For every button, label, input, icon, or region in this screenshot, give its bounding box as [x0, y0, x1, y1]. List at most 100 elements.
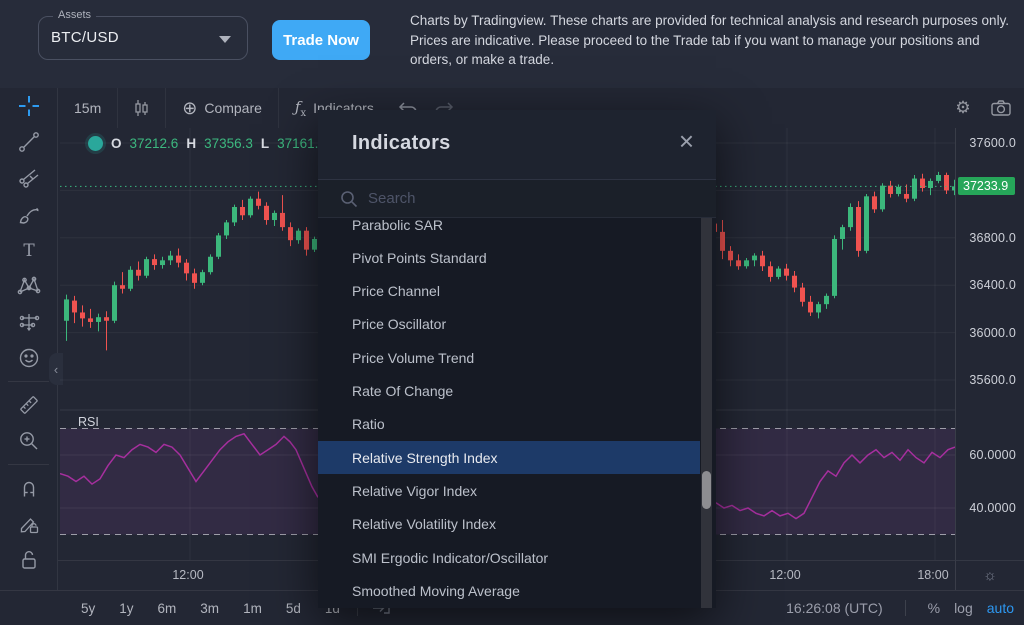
indicator-item[interactable]: Price Oscillator [318, 308, 700, 341]
price-axis[interactable]: 37233.9 37600.0 36800.0 36400.0 36000.0 3560… [955, 128, 1024, 560]
dropdown-caret-icon [219, 36, 231, 43]
indicator-item[interactable]: Ratio [318, 408, 700, 441]
range-button-5d[interactable]: 5d [277, 597, 310, 620]
tool-trend-line-button[interactable] [0, 124, 58, 160]
forecast-icon [17, 310, 41, 334]
disclaimer-text: Charts by Tradingview. These charts are … [410, 11, 1010, 70]
top-header: Assets BTC/USD Trade Now Charts by Tradi… [0, 0, 1024, 88]
divider [8, 464, 49, 465]
divider [8, 381, 49, 382]
indicator-item[interactable]: Price Channel [318, 275, 700, 308]
time-tick: 18:00 [917, 568, 948, 582]
candlestick-icon [134, 99, 149, 118]
asset-value: BTC/USD [51, 29, 119, 46]
indicator-item[interactable]: Relative Strength Index [318, 441, 700, 474]
compare-plus-icon: ⊕ [182, 98, 197, 119]
tool-zoom-in-button[interactable] [0, 423, 58, 459]
brush-icon [17, 202, 41, 226]
range-button-3m[interactable]: 3m [191, 597, 228, 620]
indicator-item[interactable]: Smoothed Moving Average [318, 574, 700, 607]
range-button-6m[interactable]: 6m [149, 597, 186, 620]
high-value: 37356.3 [204, 136, 253, 151]
zoom-in-icon [17, 429, 41, 453]
trade-now-button[interactable]: Trade Now [272, 20, 370, 60]
tool-forecast-button[interactable] [0, 304, 58, 340]
search-input[interactable] [368, 190, 668, 207]
gear-icon: ⚙ [955, 98, 970, 118]
divider [905, 600, 906, 616]
range-button-5y[interactable]: 5y [72, 597, 104, 620]
price-tick: 37600.0 [969, 136, 1016, 150]
modal-title: Indicators [352, 132, 451, 155]
trend-line-icon [17, 130, 41, 154]
indicator-item[interactable]: Rate Of Change [318, 375, 700, 408]
time-tick: 12:00 [769, 568, 800, 582]
scrollbar-track[interactable] [701, 218, 712, 608]
tool-xabcd-pattern-button[interactable] [0, 268, 58, 304]
tool-pitchfork-button[interactable] [0, 160, 58, 196]
indicator-list: Parabolic SARPivot Points StandardPrice … [318, 218, 716, 608]
range-buttons: 5y1y6m3m1m5d1d [72, 597, 349, 620]
series-marker-icon [88, 136, 103, 151]
tool-drawing-lock-button[interactable] [0, 506, 58, 542]
screenshot-button[interactable] [982, 88, 1020, 128]
price-tick: 35600.0 [969, 373, 1016, 387]
auto-scale-button[interactable]: auto [987, 600, 1014, 616]
compare-label: Compare [204, 100, 262, 116]
tool-magnet-button[interactable] [0, 470, 58, 506]
indicator-item[interactable]: Pivot Points Standard [318, 241, 700, 274]
tool-crosshair-button[interactable] [0, 88, 58, 124]
open-label: O [111, 136, 122, 151]
open-value: 37212.6 [130, 136, 179, 151]
session-clock[interactable]: 16:26:08 (UTC) [786, 600, 882, 616]
crosshair-icon [17, 94, 41, 118]
rsi-pane-label: RSI [78, 415, 99, 429]
indicator-item[interactable]: Price Volume Trend [318, 341, 700, 374]
drawing-lock-icon [17, 512, 41, 536]
ruler-icon [17, 393, 41, 417]
camera-icon [991, 100, 1011, 116]
indicators-modal-header: Indicators × [318, 110, 716, 180]
high-label: H [186, 136, 196, 151]
unlock-icon [17, 548, 41, 572]
range-button-1m[interactable]: 1m [234, 597, 271, 620]
percent-scale-button[interactable]: % [928, 600, 940, 616]
ohlc-legend: O37212.6 H37356.3 L37161.2 C [88, 136, 344, 151]
range-button-1y[interactable]: 1y [110, 597, 142, 620]
price-tick: 36400.0 [969, 278, 1016, 292]
tool-text-button[interactable]: T [0, 232, 58, 268]
indicator-item[interactable]: Parabolic SAR [318, 218, 700, 241]
indicator-item[interactable]: SMI Ergodic Indicator/Oscillator [318, 541, 700, 574]
log-scale-button[interactable]: log [954, 600, 973, 616]
assets-select[interactable]: Assets BTC/USD [38, 16, 248, 60]
magnet-icon [17, 476, 41, 500]
rsi-tick: 40.0000 [969, 501, 1016, 515]
chart-settings-button[interactable]: ⚙ [944, 88, 982, 128]
text-icon: T [17, 238, 41, 262]
tool-brush-button[interactable] [0, 196, 58, 232]
interval-button[interactable]: 15m [58, 88, 118, 128]
time-tick: 12:00 [172, 568, 203, 582]
interval-label: 15m [74, 100, 101, 116]
current-price-badge: 37233.9 [958, 177, 1015, 195]
price-tick: 36000.0 [969, 326, 1016, 340]
assets-label: Assets [53, 9, 96, 21]
indicators-modal: Indicators × Parabolic SARPivot Points S… [318, 110, 716, 608]
sun-icon: ☼ [983, 567, 997, 584]
timezone-button[interactable]: ☼ [955, 560, 1024, 590]
fx-icon: ƒx [295, 98, 306, 119]
trading-app: Assets BTC/USD Trade Now Charts by Tradi… [0, 0, 1024, 625]
indicator-search [318, 180, 716, 218]
search-icon [340, 190, 358, 208]
chart-style-button[interactable] [118, 88, 166, 128]
indicator-item[interactable]: Relative Vigor Index [318, 474, 700, 507]
scrollbar-thumb[interactable] [702, 471, 711, 509]
tool-ruler-button[interactable] [0, 387, 58, 423]
tool-unlock-button[interactable] [0, 542, 58, 578]
close-icon[interactable]: × [679, 128, 694, 154]
compare-button[interactable]: ⊕ Compare [166, 88, 279, 128]
price-tick: 36800.0 [969, 231, 1016, 245]
svg-text:T: T [23, 241, 35, 261]
rsi-tick: 60.0000 [969, 448, 1016, 462]
indicator-item[interactable]: Relative Volatility Index [318, 508, 700, 541]
